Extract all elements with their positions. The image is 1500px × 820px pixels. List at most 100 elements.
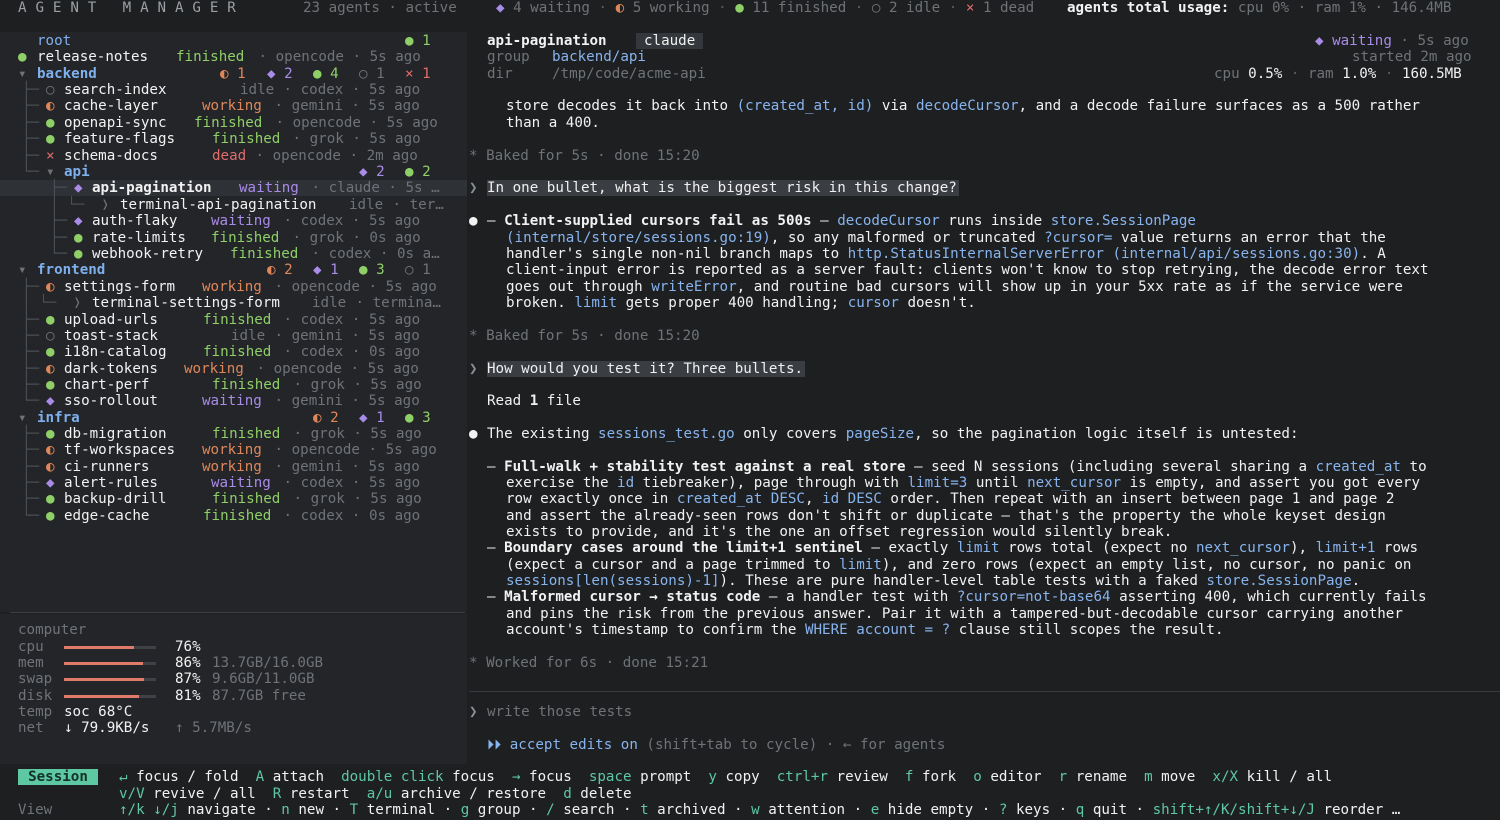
tree-root-label[interactable]: root bbox=[37, 33, 71, 49]
agent-chart-perf[interactable]: chart-perf bbox=[64, 377, 149, 393]
finished-icon: ● bbox=[46, 344, 55, 360]
app-title: AGENT MANAGER bbox=[18, 0, 245, 16]
collapse-arrow-icon[interactable]: ▾ bbox=[46, 164, 55, 180]
finished-icon: ● bbox=[46, 508, 55, 524]
agent-i18n-catalog[interactable]: i18n-catalog bbox=[64, 344, 167, 360]
agent-rate-limits[interactable]: rate-limits bbox=[92, 230, 186, 246]
agent-meta: · codex · 5s ago bbox=[275, 312, 421, 328]
prompt-input[interactable]: write those tests bbox=[487, 704, 1487, 720]
agent-status: dead bbox=[212, 148, 247, 164]
agent-backup-drill[interactable]: backup-drill bbox=[64, 491, 167, 507]
agent-badge: claude bbox=[636, 33, 704, 50]
agent-db-migration[interactable]: db-migration bbox=[64, 426, 167, 442]
temp-label: temp bbox=[18, 704, 53, 720]
agent-meta: · opencode · 2m ago bbox=[247, 148, 418, 164]
worked-status: * Worked for 6s · done 15:21 bbox=[469, 655, 709, 671]
divider bbox=[469, 691, 1500, 692]
collapse-arrow-icon[interactable]: ▾ bbox=[18, 262, 27, 278]
swap-label: swap bbox=[18, 671, 53, 687]
agent-api-pagination[interactable]: api-pagination bbox=[92, 180, 212, 196]
agent-settings-form[interactable]: settings-form bbox=[64, 279, 175, 295]
agent-search-index[interactable]: search-index bbox=[64, 82, 167, 98]
net-down: ↓ 79.9KB/s bbox=[64, 720, 150, 736]
agent-tf-workspaces[interactable]: tf-workspaces bbox=[64, 442, 175, 458]
top-bar: AGENT MANAGER 23 agents · active ◆ 4 wai… bbox=[0, 0, 1500, 18]
agent-meta: · opencode · 5s ago bbox=[266, 442, 437, 458]
collapse-arrow-icon[interactable]: ▾ bbox=[18, 66, 27, 82]
bullet-title: Boundary cases around the limit+1 sentin… bbox=[504, 540, 863, 556]
group-api[interactable]: api bbox=[64, 164, 90, 180]
agent-status: working bbox=[202, 279, 262, 295]
finished-icon: ● bbox=[46, 377, 55, 393]
agent-toast-stack[interactable]: toast-stack bbox=[64, 328, 158, 344]
group-frontend[interactable]: frontend bbox=[37, 262, 105, 278]
group-count: ● 3 bbox=[405, 410, 431, 426]
agent-release-notes[interactable]: release-notes bbox=[37, 49, 148, 65]
bullet-icon: ● bbox=[469, 213, 478, 229]
agents-count: 23 agents · active bbox=[303, 0, 457, 16]
agent-edge-cache[interactable]: edge-cache bbox=[64, 508, 149, 524]
finished-icon: ● bbox=[18, 49, 27, 65]
ram-value: 1.0% bbox=[1342, 66, 1377, 82]
cpu-label: cpu bbox=[1214, 66, 1240, 82]
agent-upload-urls[interactable]: upload-urls bbox=[64, 312, 158, 328]
agent-meta: · grok · 5s ago bbox=[284, 131, 421, 147]
waiting-icon: ◆ bbox=[74, 213, 83, 229]
agent-ci-runners[interactable]: ci-runners bbox=[64, 459, 149, 475]
finished-icon: ● bbox=[735, 0, 744, 16]
agent-openapi-sync[interactable]: openapi-sync bbox=[64, 115, 167, 131]
tree-guide: ├─ bbox=[50, 213, 68, 229]
bullet-icon: ● bbox=[469, 426, 478, 442]
session-mode-badge: Session bbox=[18, 769, 98, 785]
agent-status: working bbox=[202, 442, 262, 458]
agent-status: finished bbox=[203, 508, 272, 524]
agents-usage: agents total usage: cpu 0% · ram 1% · 14… bbox=[1067, 0, 1451, 16]
agent-meta: · opencode · 5s ago bbox=[267, 115, 438, 131]
agent-auth-flaky[interactable]: auth-flaky bbox=[92, 213, 177, 229]
tree-guide: ├─ bbox=[22, 426, 40, 442]
tool-read-file: Read 1 file bbox=[487, 393, 581, 409]
group-backend[interactable]: backend bbox=[37, 66, 97, 82]
agent-feature-flags[interactable]: feature-flags bbox=[64, 131, 175, 147]
agent-status: waiting bbox=[239, 180, 299, 196]
agent-webhook-retry[interactable]: webhook-retry bbox=[92, 246, 203, 262]
tree-guide: ├─ bbox=[22, 279, 40, 295]
session-keys-2: v/V revive / all R restart a/u archive /… bbox=[119, 786, 632, 802]
agent-sso-rollout[interactable]: sso-rollout bbox=[64, 393, 158, 409]
agent-terminal-api-pagination[interactable]: terminal-api-pagination bbox=[120, 197, 316, 213]
agent-status: finished bbox=[212, 426, 281, 442]
agent-status: finished bbox=[203, 344, 272, 360]
waiting-icon: ◆ bbox=[46, 393, 55, 409]
agent-alert-rules[interactable]: alert-rules bbox=[64, 475, 158, 491]
agent-meta: · codex · 5s ago bbox=[275, 475, 421, 491]
tree-guide: ├─ bbox=[22, 459, 40, 475]
working-icon: ◐ bbox=[46, 459, 55, 475]
cpu-value: 76% bbox=[175, 639, 201, 655]
agent-dark-tokens[interactable]: dark-tokens bbox=[64, 361, 158, 377]
agent-cache-layer[interactable]: cache-layer bbox=[64, 98, 158, 114]
working-icon: ◐ bbox=[615, 0, 625, 16]
mode-indicator[interactable]: ⏵⏵ accept edits on (shift+tab to cycle) … bbox=[487, 737, 945, 753]
session-status: ◆ waiting · 5s ago bbox=[1315, 33, 1469, 49]
agent-meta: · codex · 5s ago bbox=[275, 82, 421, 98]
group-value[interactable]: backend/api bbox=[552, 49, 646, 65]
group-infra[interactable]: infra bbox=[37, 410, 80, 426]
dead-count: 1 dead bbox=[982, 0, 1035, 16]
group-count: ○ 1 bbox=[405, 262, 431, 278]
agent-status: idle bbox=[349, 197, 384, 213]
agent-status: finished bbox=[203, 312, 272, 328]
idle-count: 2 idle bbox=[888, 0, 941, 16]
tree-guide: ├─ bbox=[22, 442, 40, 458]
tree-guide: ├─ bbox=[22, 344, 40, 360]
waiting-icon: ◆ bbox=[46, 475, 55, 491]
finished-icon: ● bbox=[46, 115, 55, 131]
agent-status: working bbox=[184, 361, 244, 377]
agent-terminal-settings-form[interactable]: terminal-settings-form bbox=[92, 295, 280, 311]
dir-label: dir bbox=[487, 66, 513, 82]
agent-meta: · gemini · 5s ago bbox=[266, 393, 420, 409]
finished-icon: ● bbox=[74, 230, 83, 246]
agent-meta: · gemini · 5s ago bbox=[266, 328, 420, 344]
collapse-arrow-icon[interactable]: ▾ bbox=[18, 410, 27, 426]
agent-meta: · opencode · 5s ago bbox=[248, 361, 419, 377]
agent-schema-docs[interactable]: schema-docs bbox=[64, 148, 158, 164]
